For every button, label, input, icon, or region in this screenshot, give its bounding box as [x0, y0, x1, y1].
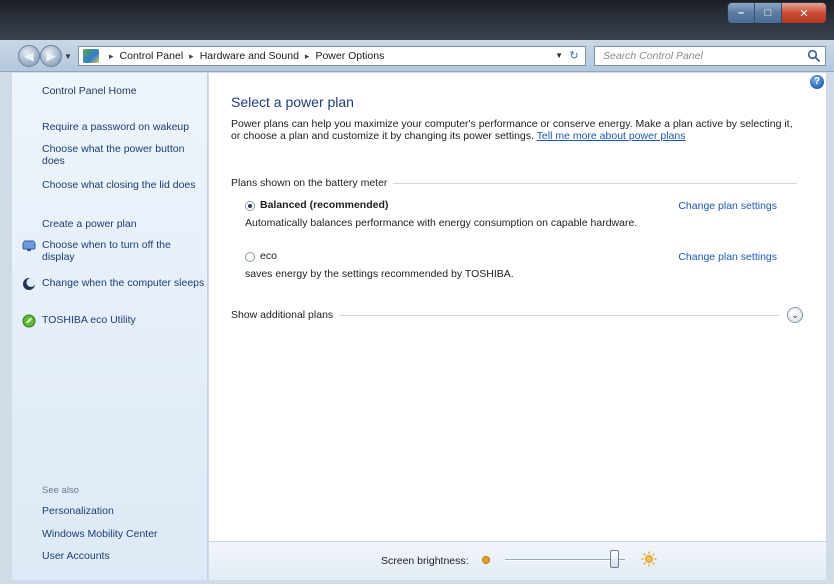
page-title: Select a power plan — [231, 94, 354, 110]
change-plan-settings-link[interactable]: Change plan settings — [678, 200, 777, 212]
plan-balanced: Balanced (recommended) Change plan setti… — [245, 198, 785, 238]
address-bar[interactable]: ▸ Control Panel ▸ Hardware and Sound ▸ P… — [78, 46, 586, 66]
sidebar-item-require-password[interactable]: Require a password on wakeup — [42, 121, 206, 133]
brightness-slider[interactable] — [505, 559, 625, 561]
dim-sun-icon — [482, 556, 490, 564]
plans-header-label: Plans shown on the battery meter — [231, 177, 388, 189]
plan-description: Automatically balances performance with … — [245, 217, 638, 229]
divider — [339, 314, 779, 316]
sidebar-item-closing-lid[interactable]: Choose what closing the lid does — [42, 179, 206, 191]
search-input[interactable] — [603, 50, 803, 62]
see-also-mobility-center[interactable]: Windows Mobility Center — [42, 528, 206, 540]
intro-text: Power plans can help you maximize your c… — [231, 118, 801, 142]
minimize-button[interactable]: – — [728, 3, 755, 23]
plan-eco: eco Change plan settings saves energy by… — [245, 249, 785, 289]
title-bar[interactable]: – □ ✕ — [0, 0, 834, 40]
show-additional-label[interactable]: Show additional plans — [231, 309, 339, 321]
chevron-right-icon[interactable]: ▸ — [189, 51, 194, 62]
navigation-pane: Control Panel Home Require a password on… — [12, 73, 208, 580]
brightness-label: Screen brightness: — [381, 555, 469, 567]
breadcrumb-power-options[interactable]: Power Options — [315, 50, 384, 62]
search-box[interactable] — [594, 46, 826, 66]
see-also-personalization[interactable]: Personalization — [42, 505, 206, 517]
intro-body: Power plans can help you maximize your c… — [231, 118, 793, 142]
control-panel-icon — [83, 49, 99, 63]
eco-leaf-icon — [22, 314, 36, 328]
bright-sun-icon — [641, 551, 657, 567]
plan-radio-eco[interactable] — [245, 252, 255, 262]
back-button[interactable]: ◀ — [18, 45, 40, 67]
sidebar-item-toshiba-eco[interactable]: TOSHIBA eco Utility — [42, 314, 206, 326]
see-also-user-accounts[interactable]: User Accounts — [42, 550, 206, 562]
plan-name[interactable]: eco — [260, 250, 277, 262]
chevron-right-icon[interactable]: ▸ — [109, 51, 114, 62]
control-panel-home-link[interactable]: Control Panel Home — [42, 85, 206, 97]
monitor-icon — [22, 240, 36, 251]
plan-description: saves energy by the settings recommended… — [245, 268, 514, 280]
main-content: ? Select a power plan Power plans can he… — [209, 73, 826, 541]
address-dropdown-icon[interactable]: ▼ — [555, 51, 563, 60]
divider — [393, 182, 797, 184]
power-options-window: – □ ✕ ◀ ▶ ▼ ▸ Control Panel ▸ Hardware a… — [0, 0, 834, 584]
change-plan-settings-link[interactable]: Change plan settings — [678, 251, 777, 263]
see-also-heading: See also — [42, 485, 79, 496]
plan-radio-balanced[interactable] — [245, 201, 255, 211]
forward-button[interactable]: ▶ — [40, 45, 62, 67]
chevron-down-icon[interactable]: ⌄ — [787, 307, 803, 323]
show-additional-plans[interactable]: Show additional plans ⌄ — [231, 306, 803, 324]
recent-pages-dropdown[interactable]: ▼ — [64, 52, 72, 61]
caption-buttons: – □ ✕ — [728, 3, 826, 23]
sidebar-item-power-button[interactable]: Choose what the power button does — [42, 143, 206, 167]
chevron-right-icon[interactable]: ▸ — [305, 51, 310, 62]
sidebar-item-turn-off-display[interactable]: Choose when to turn off the display — [42, 239, 206, 263]
refresh-icon[interactable]: ↻ — [565, 48, 583, 64]
breadcrumb-control-panel[interactable]: Control Panel — [120, 50, 184, 62]
maximize-button[interactable]: □ — [755, 3, 782, 23]
details-bar: Screen brightness: — [209, 541, 826, 580]
sidebar-item-create-plan[interactable]: Create a power plan — [42, 218, 206, 230]
brightness-slider-thumb[interactable] — [610, 550, 620, 568]
close-button[interactable]: ✕ — [782, 3, 826, 23]
plan-name[interactable]: Balanced (recommended) — [260, 199, 388, 211]
breadcrumb-hardware-and-sound[interactable]: Hardware and Sound — [200, 50, 299, 62]
help-icon[interactable]: ? — [810, 75, 824, 89]
learn-more-link[interactable]: Tell me more about power plans — [537, 130, 686, 142]
search-icon[interactable] — [807, 49, 821, 63]
plans-group-header: Plans shown on the battery meter — [231, 176, 797, 190]
moon-icon — [23, 278, 36, 290]
navigation-bar: ◀ ▶ ▼ ▸ Control Panel ▸ Hardware and Sou… — [0, 40, 834, 72]
sidebar-item-computer-sleeps[interactable]: Change when the computer sleeps — [42, 277, 206, 289]
